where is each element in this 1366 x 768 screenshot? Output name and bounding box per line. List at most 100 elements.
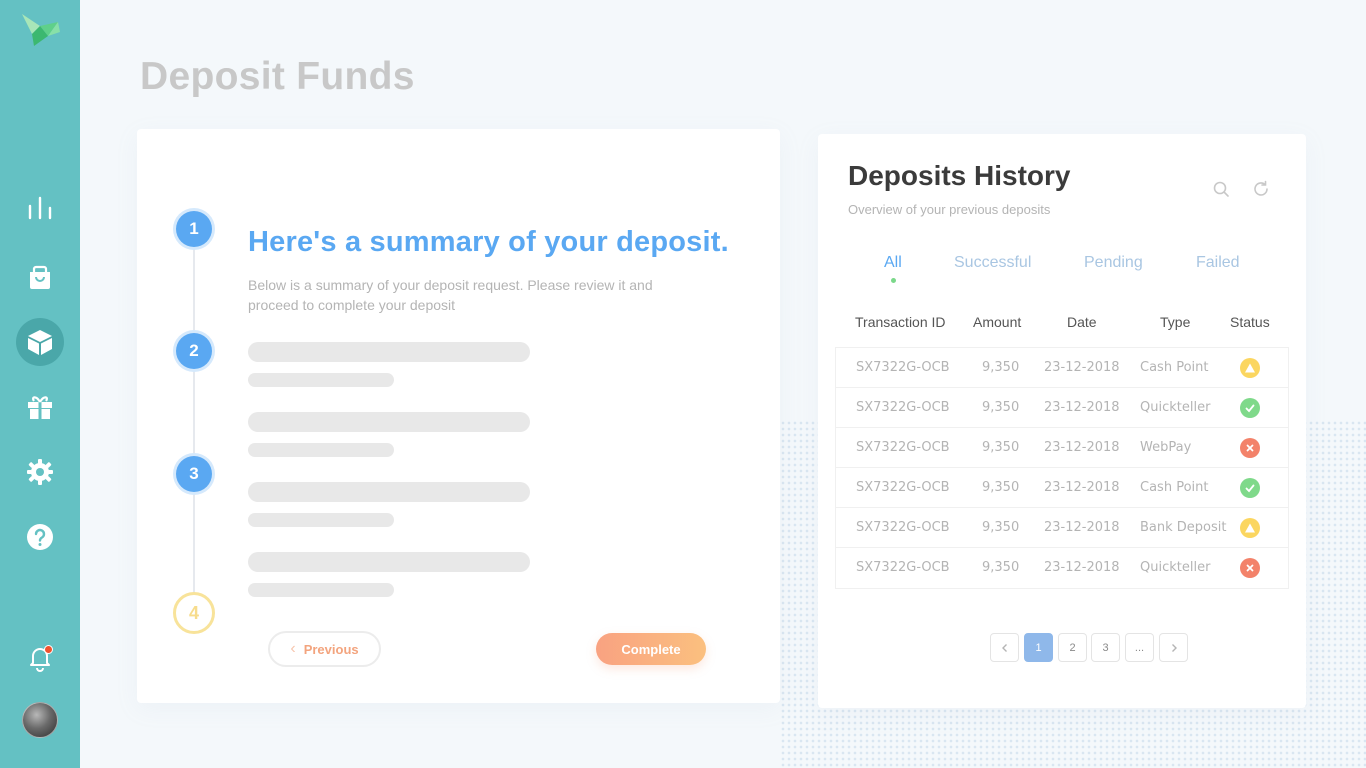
date-cell: 23-12-2018 <box>1044 560 1120 575</box>
date-cell: 23-12-2018 <box>1044 360 1120 375</box>
tab-failed[interactable]: Failed <box>1196 254 1240 272</box>
close-icon <box>1246 444 1254 452</box>
table-row[interactable]: SX7322G-OCB 9,350 23-12-2018 Quickteller <box>836 388 1288 428</box>
pagination-page-1[interactable]: 1 <box>1024 633 1053 662</box>
close-icon <box>1246 564 1254 572</box>
sidebar-item-shop[interactable] <box>16 253 64 301</box>
type-cell: WebPay <box>1140 440 1192 455</box>
transaction-id-cell: SX7322G-OCB <box>856 520 950 535</box>
amount-cell: 9,350 <box>982 360 1020 375</box>
amount-cell: 9,350 <box>982 440 1020 455</box>
refresh-icon[interactable] <box>1252 180 1270 198</box>
deposits-history-card: Deposits History Overview of your previo… <box>818 134 1306 708</box>
column-header-amount: Amount <box>973 314 1022 330</box>
step-2: 2 <box>176 333 212 369</box>
pagination-next-button[interactable] <box>1159 633 1188 662</box>
previous-label: Previous <box>303 641 359 657</box>
chevron-right-icon <box>1171 643 1177 652</box>
table-row[interactable]: SX7322G-OCB 9,350 23-12-2018 Cash Point <box>836 468 1288 508</box>
status-badge-success <box>1240 478 1260 498</box>
column-header-status: Status <box>1230 314 1270 330</box>
logo-bird-icon[interactable] <box>18 10 62 50</box>
table-row[interactable]: SX7322G-OCB 9,350 23-12-2018 WebPay <box>836 428 1288 468</box>
gear-icon <box>27 459 53 485</box>
transaction-id-cell: SX7322G-OCB <box>856 480 950 495</box>
complete-button[interactable]: Complete <box>596 633 706 665</box>
history-title: Deposits History <box>848 160 1071 191</box>
transaction-id-cell: SX7322G-OCB <box>856 400 950 415</box>
skeleton-line <box>248 412 530 432</box>
warning-icon <box>1245 363 1255 373</box>
amount-cell: 9,350 <box>982 560 1020 575</box>
summary-description: Below is a summary of your deposit reque… <box>248 277 653 313</box>
tab-successful[interactable]: Successful <box>954 254 1031 272</box>
search-icon[interactable] <box>1212 180 1230 198</box>
skeleton-line <box>248 513 394 527</box>
shopping-bag-icon <box>30 265 50 289</box>
date-cell: 23-12-2018 <box>1044 480 1120 495</box>
page-title: Deposit Funds <box>140 55 415 98</box>
sidebar-item-analytics[interactable] <box>16 184 64 232</box>
amount-cell: 9,350 <box>982 520 1020 535</box>
skeleton-line <box>248 373 394 387</box>
status-badge-success <box>1240 398 1260 418</box>
sidebar-item-help[interactable] <box>16 513 64 561</box>
step-1: 1 <box>176 211 212 247</box>
deposit-summary-card: 1 2 3 4 Here's a summary of your deposit… <box>137 129 780 703</box>
column-header-type: Type <box>1160 314 1191 330</box>
status-badge-pending <box>1240 358 1260 378</box>
check-icon <box>1245 404 1255 413</box>
chevron-left-icon: ‹ <box>290 640 296 657</box>
status-badge-pending <box>1240 518 1260 538</box>
table-row[interactable]: SX7322G-OCB 9,350 23-12-2018 Quickteller <box>836 548 1288 588</box>
transaction-id-cell: SX7322G-OCB <box>856 440 950 455</box>
skeleton-line <box>248 583 394 597</box>
deposits-table: SX7322G-OCB 9,350 23-12-2018 Cash Point SX73… <box>835 347 1289 589</box>
date-cell: 23-12-2018 <box>1044 440 1120 455</box>
column-header-date: Date <box>1067 314 1097 330</box>
date-cell: 23-12-2018 <box>1044 400 1120 415</box>
timeline-line <box>193 229 195 609</box>
date-cell: 23-12-2018 <box>1044 520 1120 535</box>
sidebar-item-notifications[interactable] <box>16 634 64 682</box>
transaction-id-cell: SX7322G-OCB <box>856 360 950 375</box>
avatar[interactable] <box>22 702 58 738</box>
status-badge-failed <box>1240 438 1260 458</box>
skeleton-line <box>248 482 530 502</box>
step-4: 4 <box>173 592 215 634</box>
tab-pending[interactable]: Pending <box>1084 254 1143 272</box>
type-cell: Bank Deposit <box>1140 520 1227 535</box>
box-icon <box>28 330 52 355</box>
table-row[interactable]: SX7322G-OCB 9,350 23-12-2018 Cash Point <box>836 348 1288 388</box>
sidebar-item-packages[interactable] <box>16 318 64 366</box>
history-subtitle: Overview of your previous deposits <box>848 202 1051 217</box>
type-cell: Cash Point <box>1140 360 1209 375</box>
skeleton-line <box>248 443 394 457</box>
table-row[interactable]: SX7322G-OCB 9,350 23-12-2018 Bank Deposit <box>836 508 1288 548</box>
step-3: 3 <box>176 456 212 492</box>
tab-all[interactable]: All <box>884 254 902 272</box>
sidebar <box>0 0 80 768</box>
active-tab-indicator <box>891 278 896 283</box>
warning-icon <box>1245 523 1255 533</box>
sidebar-item-settings[interactable] <box>16 448 64 496</box>
previous-button[interactable]: ‹ Previous <box>268 631 381 667</box>
column-header-transaction-id: Transaction ID <box>855 314 946 330</box>
pagination-page-3[interactable]: 3 <box>1091 633 1120 662</box>
help-icon <box>27 524 53 550</box>
notification-badge <box>44 645 53 654</box>
type-cell: Quickteller <box>1140 400 1211 415</box>
pagination-page-2[interactable]: 2 <box>1058 633 1087 662</box>
type-cell: Cash Point <box>1140 480 1209 495</box>
type-cell: Quickteller <box>1140 560 1211 575</box>
skeleton-line <box>248 342 530 362</box>
gift-icon <box>28 396 52 419</box>
pagination-prev-button[interactable] <box>990 633 1019 662</box>
sidebar-item-rewards[interactable] <box>16 383 64 431</box>
skeleton-line <box>248 552 530 572</box>
bar-chart-icon <box>28 196 52 220</box>
check-icon <box>1245 484 1255 493</box>
amount-cell: 9,350 <box>982 400 1020 415</box>
pagination-ellipsis[interactable]: ... <box>1125 633 1154 662</box>
summary-title: Here's a summary of your deposit. <box>248 226 729 258</box>
